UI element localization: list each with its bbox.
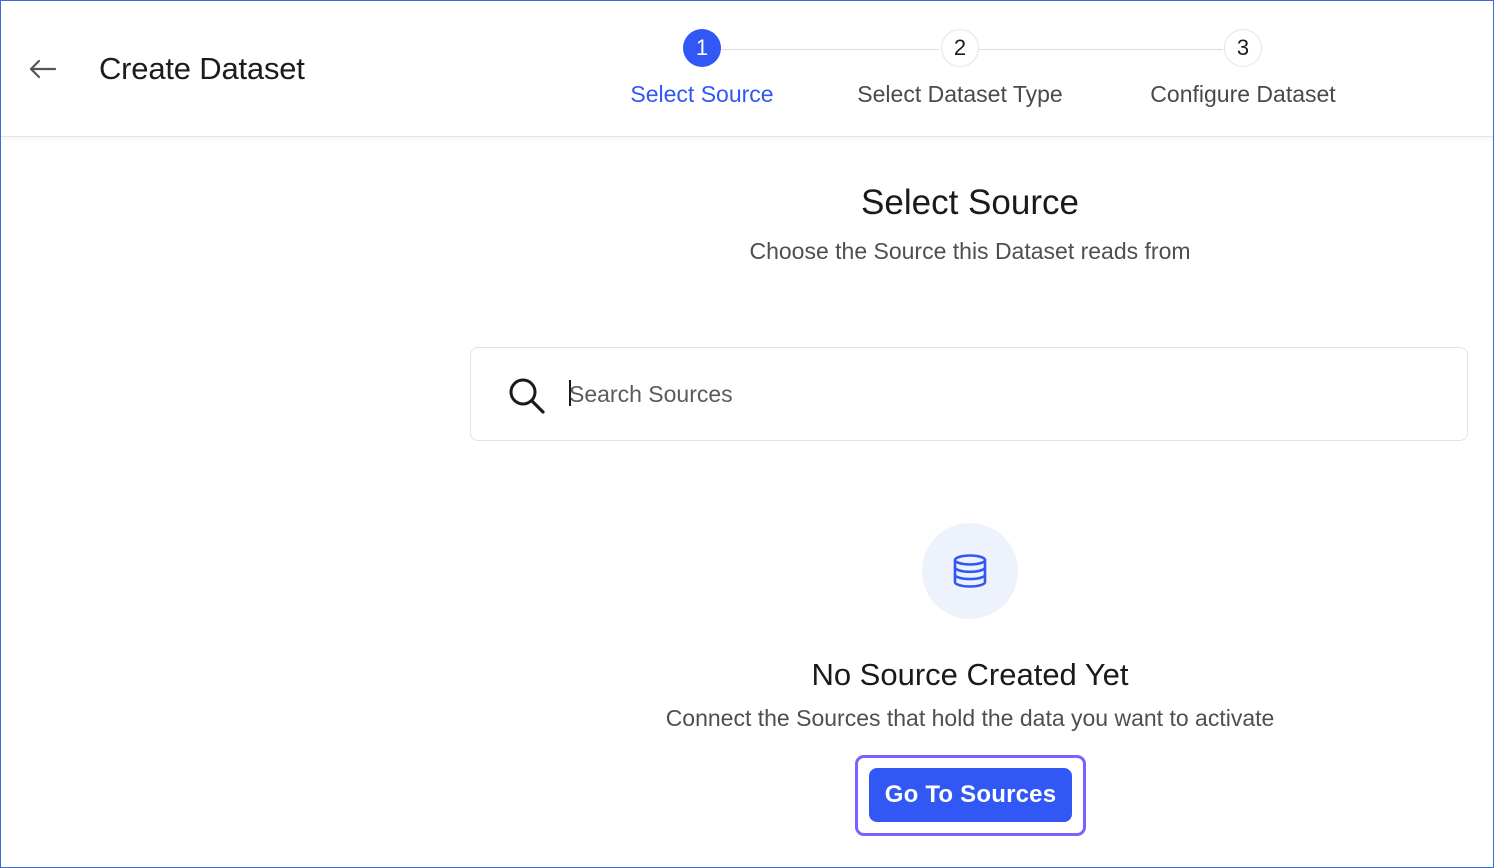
app-window: Create Dataset 1 Select Source 2 Select … [0,0,1494,868]
search-icon [509,378,545,414]
step-select-dataset-type[interactable]: 2 Select Dataset Type [842,29,1078,108]
section-subtitle: Choose the Source this Dataset reads fro… [749,238,1191,264]
empty-state-description: Connect the Sources that hold the data y… [665,705,1275,731]
section-title: Select Source [861,183,1079,222]
page-header: Create Dataset 1 Select Source 2 Select … [1,1,1493,137]
page-title: Create Dataset [99,51,305,86]
step-label: Configure Dataset [1150,81,1336,107]
step-number-badge: 3 [1224,29,1262,67]
step-select-source[interactable]: 1 Select Source [621,29,783,108]
step-number-badge: 1 [683,29,721,67]
back-button[interactable] [23,51,61,87]
database-icon [953,554,987,588]
search-input[interactable] [569,372,1429,416]
step-number-badge: 2 [941,29,979,67]
empty-state-icon-circle [922,523,1018,619]
step-label: Select Source [630,81,774,107]
step-label: Select Dataset Type [857,81,1063,107]
arrow-left-icon [29,59,57,79]
empty-state-title: No Source Created Yet [811,657,1129,692]
text-cursor [569,380,571,406]
step-configure-dataset[interactable]: 3 Configure Dataset [1137,29,1349,108]
search-box[interactable] [470,347,1468,441]
go-to-sources-button[interactable]: Go To Sources [869,768,1072,822]
